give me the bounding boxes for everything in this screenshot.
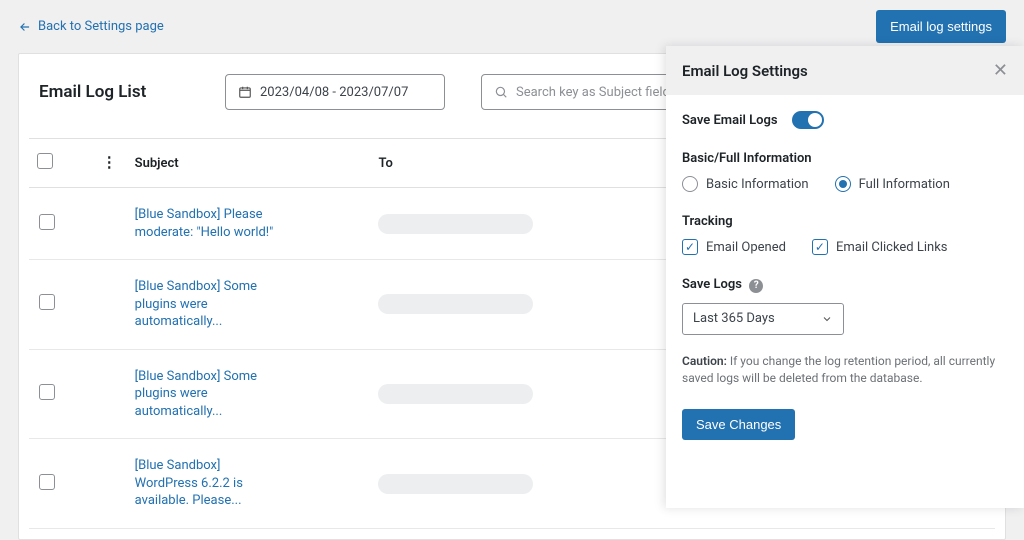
panel-title: Email Log Settings (682, 62, 808, 80)
radio-icon (682, 176, 698, 192)
save-email-logs-row: Save Email Logs (682, 111, 1008, 129)
close-icon: ✕ (993, 60, 1008, 80)
basic-full-heading: Basic/Full Information (682, 151, 1008, 166)
to-pill (378, 384, 533, 404)
subject-link[interactable]: [Blue Sandbox] Please moderate: "Hello w… (135, 206, 285, 241)
full-information-radio[interactable]: Full Information (835, 176, 950, 192)
settings-panel: Email Log Settings ✕ Save Email Logs Bas… (666, 46, 1024, 508)
header-subject: Subject (125, 139, 369, 188)
back-link[interactable]: Back to Settings page (18, 19, 164, 34)
basic-information-radio[interactable]: Basic Information (682, 176, 809, 192)
save-changes-button[interactable]: Save Changes (682, 409, 795, 440)
header-menu-cell[interactable]: ⋮ (94, 139, 125, 188)
radio-icon (835, 176, 851, 192)
select-all-checkbox[interactable] (37, 153, 53, 169)
checkbox-checked-icon: ✓ (682, 239, 698, 255)
to-pill (378, 294, 533, 314)
panel-header: Email Log Settings ✕ (666, 46, 1024, 95)
save-email-logs-toggle[interactable] (792, 111, 824, 129)
checkbox-checked-icon: ✓ (812, 239, 828, 255)
tracking-checkboxes: ✓ Email Opened ✓ Email Clicked Links (682, 239, 1008, 255)
email-log-settings-button[interactable]: Email log settings (876, 10, 1006, 43)
full-information-label: Full Information (859, 177, 950, 192)
email-opened-label: Email Opened (706, 240, 786, 255)
email-clicked-checkbox[interactable]: ✓ Email Clicked Links (812, 239, 948, 255)
save-logs-heading: Save Logs ? (682, 277, 1008, 293)
email-opened-checkbox[interactable]: ✓ Email Opened (682, 239, 786, 255)
basic-information-label: Basic Information (706, 177, 809, 192)
to-pill (378, 214, 533, 234)
header-to: To (368, 139, 661, 188)
search-placeholder: Search key as Subject field or (516, 85, 668, 100)
row-checkbox[interactable] (39, 474, 55, 490)
save-email-logs-label: Save Email Logs (682, 113, 778, 128)
email-clicked-label: Email Clicked Links (836, 240, 948, 255)
chevron-down-icon (821, 313, 833, 325)
to-pill (378, 474, 533, 494)
dots-vertical-icon: ⋮ (102, 153, 117, 171)
search-input[interactable]: Search key as Subject field or (481, 74, 681, 110)
search-icon (494, 85, 508, 99)
row-checkbox[interactable] (39, 294, 55, 310)
tracking-heading: Tracking (682, 214, 1008, 229)
arrow-left-icon (18, 20, 32, 34)
subject-link[interactable]: [Blue Sandbox] Some plugins were automat… (135, 278, 285, 331)
header-checkbox-cell (29, 139, 94, 188)
close-panel-button[interactable]: ✕ (993, 60, 1008, 81)
subject-link[interactable]: [Blue Sandbox] WordPress 6.2.2 is availa… (135, 457, 285, 510)
caution-text: Caution: If you change the log retention… (682, 353, 1008, 388)
calendar-icon (238, 85, 252, 99)
date-range-value: 2023/04/08 - 2023/07/07 (260, 85, 408, 100)
panel-body: Save Email Logs Basic/Full Information B… (666, 95, 1024, 456)
date-range-input[interactable]: 2023/04/08 - 2023/07/07 (225, 74, 445, 110)
subject-link[interactable]: [Blue Sandbox] Some plugins were automat… (135, 368, 285, 421)
retention-select[interactable]: Last 365 Days (682, 303, 844, 335)
info-level-radios: Basic Information Full Information (682, 176, 1008, 192)
help-icon[interactable]: ? (749, 279, 763, 293)
retention-value: Last 365 Days (693, 311, 775, 326)
page-title: Email Log List (39, 82, 189, 102)
row-checkbox[interactable] (39, 214, 55, 230)
row-checkbox[interactable] (39, 384, 55, 400)
back-link-label: Back to Settings page (38, 19, 164, 34)
